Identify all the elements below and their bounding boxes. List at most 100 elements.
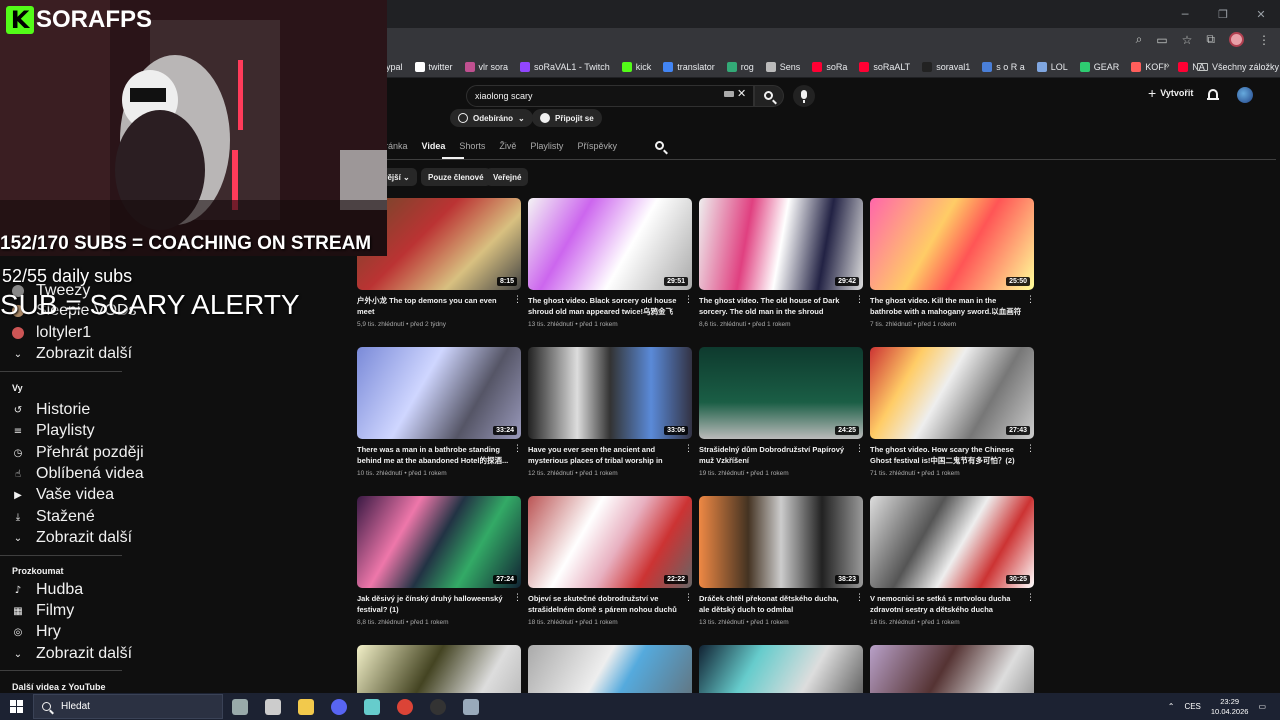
bookmark-item[interactable]: vlr sora	[464, 62, 508, 72]
more-options-icon[interactable]: ⋮	[513, 445, 522, 454]
more-options-icon[interactable]: ⋮	[855, 445, 864, 454]
filter-chip-members[interactable]: Pouze členové	[421, 168, 491, 186]
discord-icon[interactable]	[331, 698, 347, 715]
bookmark-item[interactable]: Sens	[765, 62, 800, 72]
video-title[interactable]: The ghost video. Black sorcery old house…	[528, 296, 680, 317]
video-thumbnail[interactable]: 27:24	[357, 496, 521, 588]
video-thumbnail[interactable]: 30:25	[870, 496, 1034, 588]
sidebar-item[interactable]: ☝ Oblíbená videa	[12, 465, 144, 482]
sidebar-item[interactable]: ⌄ Zobrazit další	[12, 645, 132, 662]
bookmark-item[interactable]: soRaALT	[859, 62, 910, 72]
sidebar-item[interactable]: ◎ Hry	[12, 623, 61, 640]
bookmark-item[interactable]: translator	[663, 62, 715, 72]
more-options-icon[interactable]: ⋮	[684, 296, 693, 305]
start-windows-icon[interactable]	[10, 700, 23, 713]
video-title[interactable]: The ghost video. Kill the man in the bat…	[870, 296, 1022, 317]
keyboard-icon[interactable]	[724, 91, 734, 97]
maximize-icon[interactable]: ❐	[1204, 0, 1242, 28]
sidebar-item[interactable]: ⌄ Zobrazit další	[12, 345, 132, 362]
taskbar-search[interactable]: Hledat	[33, 694, 223, 719]
files-icon[interactable]	[298, 698, 314, 715]
video-title[interactable]: Jak děsivý je čínský druhý halloweenský …	[357, 594, 509, 615]
clock[interactable]: 23:29 10.04.2026	[1211, 697, 1249, 717]
notification-icon[interactable]: ▭	[1258, 702, 1266, 711]
video-thumbnail[interactable]: 24:25	[699, 347, 863, 439]
channel-search-icon[interactable]	[655, 141, 664, 150]
bookmark-item[interactable]: twitter	[414, 62, 453, 72]
tab-5[interactable]: Příspěvky	[577, 141, 617, 155]
sidebar-item[interactable]: ▦ Filmy	[12, 602, 74, 619]
join-button[interactable]: Připojit se	[532, 109, 602, 127]
obs-icon[interactable]	[430, 698, 446, 715]
chrome-icon[interactable]	[397, 698, 413, 715]
bookmark-item[interactable]: GEAR	[1079, 62, 1119, 72]
video-thumbnail[interactable]: 33:24	[357, 347, 521, 439]
notifications-bell-icon[interactable]	[1207, 89, 1219, 101]
more-options-icon[interactable]: ⋮	[513, 296, 522, 305]
clear-search-icon[interactable]: ✕	[737, 87, 746, 100]
video-thumbnail[interactable]: 29:51	[528, 198, 692, 290]
app-icon[interactable]	[364, 698, 380, 715]
sidebar-item[interactable]: ⤓ Stažené	[12, 508, 95, 525]
bookmark-item[interactable]: s o R a	[982, 62, 1025, 72]
sidebar-item[interactable]: ◷ Přehrát později	[12, 444, 144, 461]
bookmark-item[interactable]: kick	[621, 62, 651, 72]
language-indicator[interactable]: CES	[1184, 702, 1200, 711]
create-button[interactable]: + Vytvořit	[1148, 86, 1193, 100]
video-thumbnail[interactable]: 27:43	[870, 347, 1034, 439]
app2-icon[interactable]	[463, 698, 479, 715]
cast-icon[interactable]: ▭	[1156, 33, 1167, 47]
video-thumbnail[interactable]: 22:22	[528, 496, 692, 588]
zoom-icon[interactable]: ⌕	[1136, 32, 1143, 47]
all-bookmarks-button[interactable]: Všechny záložky	[1197, 56, 1279, 78]
video-title[interactable]: Dráček chtěl překonat dětského ducha, al…	[699, 594, 851, 615]
more-options-icon[interactable]: ⋮	[684, 445, 693, 454]
minimize-icon[interactable]: ─	[1166, 0, 1204, 28]
more-options-icon[interactable]: ⋮	[1026, 445, 1035, 454]
bookmark-item[interactable]: soraval1	[922, 62, 970, 72]
tab-2[interactable]: Shorts	[459, 141, 485, 155]
menu-icon[interactable]: ⋮	[1258, 33, 1270, 47]
sidebar-item[interactable]: ≡ Playlisty	[12, 422, 95, 439]
extensions-icon[interactable]: ⧉	[1206, 32, 1215, 47]
video-title[interactable]: There was a man in a bathrobe standing b…	[357, 445, 509, 466]
bookmark-item[interactable]: KOFI	[1131, 62, 1166, 72]
account-avatar[interactable]	[1237, 87, 1253, 103]
more-options-icon[interactable]: ⋮	[1026, 594, 1035, 603]
more-options-icon[interactable]: ⋮	[855, 594, 864, 603]
voice-search-button[interactable]	[793, 85, 815, 107]
search-input[interactable]: xiaolong scary	[466, 85, 754, 107]
bookmark-item[interactable]: ypal	[386, 62, 403, 72]
video-title[interactable]: V nemocnici se setká s mrtvolou ducha zd…	[870, 594, 1022, 615]
video-title[interactable]: The ghost video. How scary the Chinese G…	[870, 445, 1022, 466]
more-options-icon[interactable]: ⋮	[1026, 296, 1035, 305]
bookmark-item[interactable]: rog	[726, 62, 754, 72]
video-title[interactable]: 户外小龙 The top demons you can even meet	[357, 296, 509, 317]
video-title[interactable]: The ghost video. The old house of Dark s…	[699, 296, 851, 317]
sidebar-item[interactable]: ⌄ Zobrazit další	[12, 529, 132, 546]
profile-avatar[interactable]	[1229, 32, 1244, 47]
explorer-icon[interactable]	[265, 698, 281, 715]
video-thumbnail[interactable]: 33:06	[528, 347, 692, 439]
close-icon[interactable]: ✕	[1242, 0, 1280, 28]
video-thumbnail[interactable]: 29:42	[699, 198, 863, 290]
video-title[interactable]: Objeví se skutečné dobrodružství ve stra…	[528, 594, 680, 615]
search-button[interactable]	[754, 85, 784, 107]
video-thumbnail[interactable]: 25:50	[870, 198, 1034, 290]
more-options-icon[interactable]: ⋮	[855, 296, 864, 305]
video-title[interactable]: Have you ever seen the ancient and myste…	[528, 445, 680, 466]
video-thumbnail[interactable]: 38:23	[699, 496, 863, 588]
bookmark-item[interactable]: soRa	[812, 62, 847, 72]
sidebar-item[interactable]: ♪ Hudba	[12, 581, 83, 598]
more-options-icon[interactable]: ⋮	[513, 594, 522, 603]
filter-chip-public[interactable]: Veřejné	[486, 168, 529, 186]
bookmarks-overflow-icon[interactable]: »	[1164, 60, 1170, 71]
bookmark-item[interactable]: LOL	[1036, 62, 1068, 72]
taskview-icon[interactable]	[232, 698, 248, 715]
sidebar-item[interactable]: ↺ Historie	[12, 401, 90, 418]
tab-3[interactable]: Živě	[499, 141, 516, 155]
tab-1[interactable]: Videa	[422, 141, 446, 155]
star-icon[interactable]: ☆	[1182, 33, 1193, 47]
more-options-icon[interactable]: ⋮	[684, 594, 693, 603]
tab-4[interactable]: Playlisty	[530, 141, 563, 155]
